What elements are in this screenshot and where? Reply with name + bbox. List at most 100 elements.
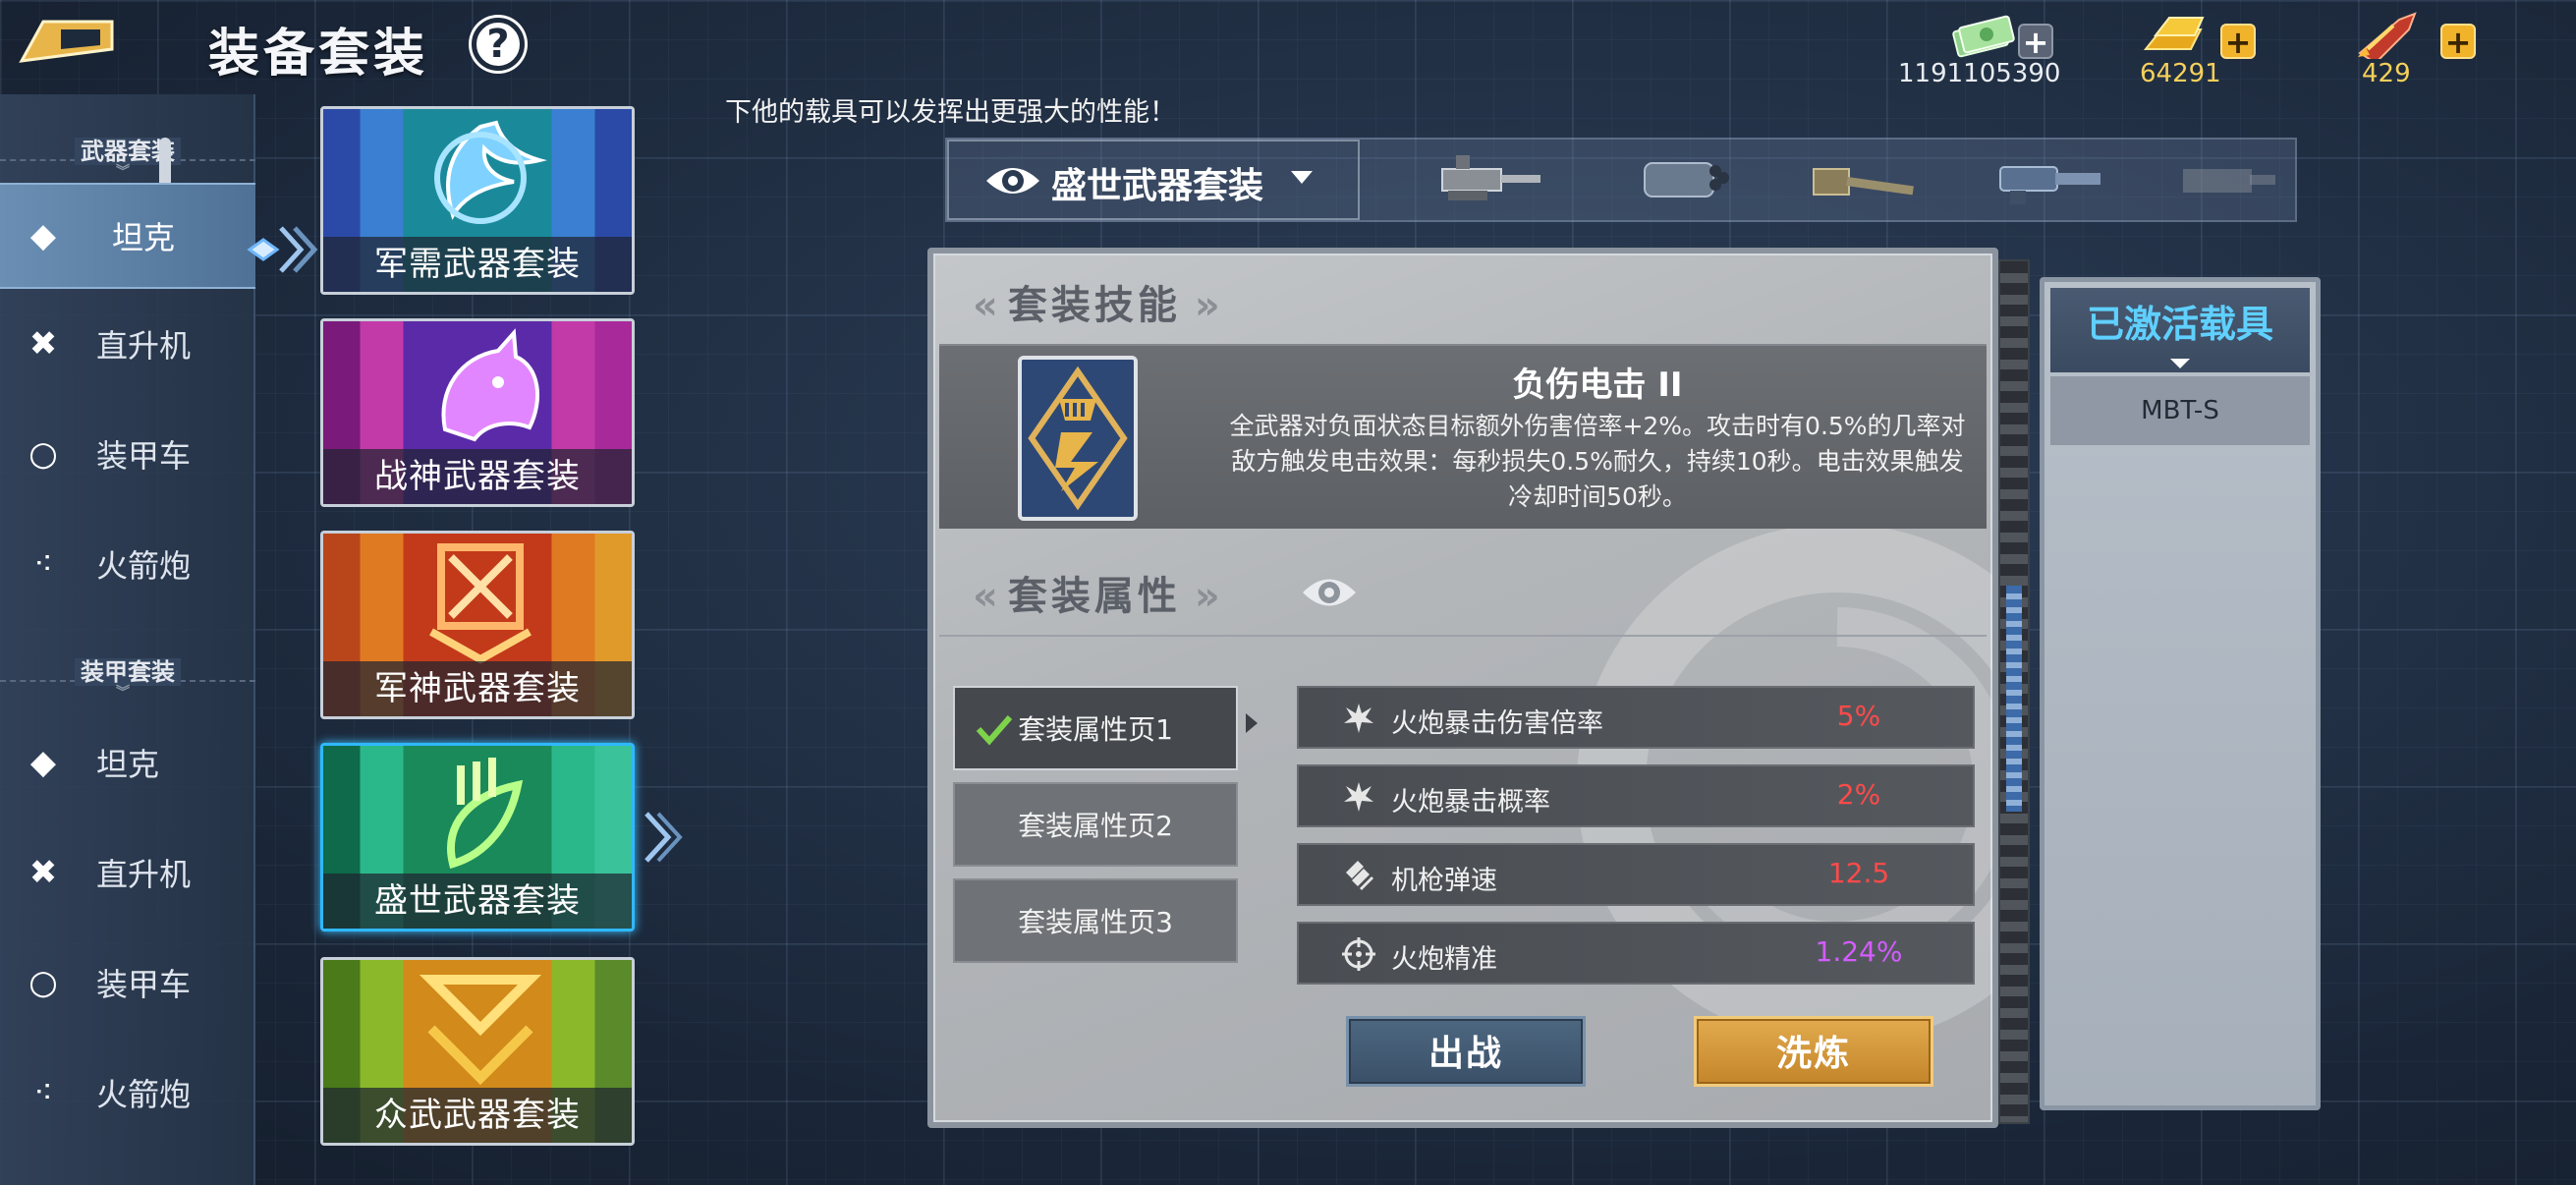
sidebar-item-label: 装甲车 [96,437,192,475]
set-card[interactable]: 军神武器套装 [320,531,635,719]
add-rocket-button[interactable]: + [2440,24,2476,59]
stat-value: 1.24% [1815,935,1903,968]
back-button[interactable] [14,16,122,67]
help-button[interactable]: ? [472,18,525,71]
set-detail-panel: «套装技能» 负伤电击 II 全武器对负面状态目标额外伤害倍率+2%。攻击时有0… [927,248,1998,1128]
skill-description: 全武器对负面状态目标额外伤害倍率+2%。攻击时有0.5%的几率对敌方触发电击效果… [1229,412,1966,511]
sidebar-item-weapon-helicopter[interactable]: ✖ 直升机 [0,291,255,397]
set-card-name: 众武武器套装 [323,1088,632,1143]
splat-icon [1344,704,1373,733]
shield-emblem-icon [429,543,532,664]
sidebar-item-armor-armored-car[interactable]: ○ 装甲车 [0,930,255,1036]
attribute-page-tab-3[interactable]: 套装属性页3 [953,878,1238,963]
gold-amount: 64291 [2140,59,2221,88]
sidebar-item-armor-tank[interactable]: ◆ 坦克 [0,709,255,816]
add-cash-button[interactable]: + [2018,24,2053,59]
attribute-page-tab-1[interactable]: 套装属性页1 [953,686,1238,770]
chevron-down-icon: ︾ [116,685,130,701]
cash-amount: 1191105390 [1898,59,2061,88]
currency-rocket: + 429 [2354,8,2476,88]
divider [939,635,1987,637]
lion-emblem-icon [441,328,540,442]
stat-row: 火炮精准 1.24% [1297,922,1975,985]
rocket-amount: 429 [2362,59,2411,88]
currency-gold: + 64291 [2138,8,2275,88]
check-icon [976,715,1013,746]
stat-value: 2% [1836,778,1881,811]
sidebar-item-label: 火箭炮 [96,547,192,585]
sidebar-item-weapon-rocket-launcher[interactable]: ⁖ 火箭炮 [0,511,255,617]
bullets-icon [1346,861,1373,890]
set-card-name: 军需武器套装 [323,237,632,292]
sidebar-item-label: 火箭炮 [96,1076,192,1113]
empty-slot-icon[interactable] [2165,147,2283,216]
skill-name: 负伤电击 II [1512,366,1683,405]
attribute-page-tab-2[interactable]: 套装属性页2 [953,782,1238,867]
sidebar-pointer-icon [247,226,318,273]
sidebar-item-label: 坦克 [112,219,176,256]
set-card[interactable]: 军需武器套装 [320,106,635,295]
caret-down-icon [2170,359,2190,368]
marquee-text: 下他的载具可以发挥出更强大的性能！ [725,97,1176,128]
lightning-emblem-icon [1022,360,1134,517]
weapons-bar: 盛世武器套装 [945,138,2297,222]
sidebar-item-label: 坦克 [96,746,160,783]
heavy-gun-icon[interactable] [1428,147,1546,216]
set-card[interactable]: 战神武器套装 [320,318,635,507]
leaf-emblem-icon [447,758,524,870]
deploy-button[interactable]: 出战 [1346,1016,1586,1087]
sidebar-item-armor-rocket-launcher[interactable]: ⁖ 火箭炮 [0,1040,255,1146]
stat-name: 火炮暴击伤害倍率 [1391,708,1603,739]
page-tab-label: 套装属性页3 [1018,906,1173,938]
chevron-down-icon [1291,171,1313,184]
chevron-down-icon: ︾ [116,164,130,180]
weapon-section-header: 武器套装 ︾ [0,130,255,180]
set-card-name: 军神武器套装 [323,661,632,716]
skill-icon[interactable] [1018,356,1138,521]
wings-emblem-icon [434,120,547,224]
skill-band: 负伤电击 II 全武器对负面状态目标额外伤害倍率+2%。攻击时有0.5%的几率对… [939,344,1987,529]
splat-icon [1344,782,1373,812]
stat-name: 机枪弹速 [1391,866,1497,896]
panel-chain-divider [1998,259,2030,1124]
vehicle-item[interactable]: MBT-S [2050,376,2310,445]
activated-vehicles-title: 已激活载具 [2086,303,2273,346]
sidebar-item-weapon-tank[interactable]: ◆ 坦克 [0,183,255,289]
cross-icon: ✖ [28,853,58,892]
set-card[interactable]: 盛世武器套装 [320,743,635,931]
gold-bar-icon [2143,17,2205,50]
selected-set-label: 盛世武器套装 [1051,166,1264,206]
circle-icon: ○ [28,963,58,1002]
selected-card-pointer-icon [644,812,683,863]
diamond-icon: ◆ [29,743,57,782]
stat-value: 12.5 [1827,857,1890,889]
circle-icon: ○ [28,434,58,474]
refine-button[interactable]: 洗炼 [1694,1016,1933,1087]
sidebar-item-weapon-armored-car[interactable]: ○ 装甲车 [0,401,255,507]
add-gold-button[interactable]: + [2220,24,2256,59]
page-tab-label: 套装属性页1 [1018,713,1173,746]
gatling-icon[interactable] [1625,147,1743,216]
cash-icon [1952,15,2015,58]
sidebar-item-label: 直升机 [96,856,192,893]
sidebar-item-armor-helicopter[interactable]: ✖ 直升机 [0,819,255,926]
preview-eye-icon[interactable] [1301,572,1358,613]
stat-name: 火炮暴击概率 [1391,787,1550,818]
cannon-icon[interactable] [1802,147,1920,216]
crosshair-icon [1342,937,1375,971]
stat-name: 火炮精准 [1391,944,1497,975]
rocket-icon [2358,12,2417,59]
armor-section-header: 装甲套装 ︾ [0,650,255,701]
triangle-dots-icon: ⁖ [33,544,53,584]
skill-section-title: 套装技能 [1007,283,1181,328]
minigun-icon[interactable] [1988,147,2106,216]
activated-vehicles-header: 已激活载具 [2050,288,2310,372]
top-bar: 装备套装 ? + 1191105390 + 64291 + 429 [0,0,2576,88]
sidebar-item-label: 直升机 [96,327,192,365]
set-dropdown[interactable]: 盛世武器套装 [947,140,1360,220]
attributes-section-title: 套装属性 [1007,574,1181,619]
attributes-section-header: «套装属性» [973,574,1220,619]
back-arrow-icon [19,20,114,63]
set-card[interactable]: 众武武器套装 [320,957,635,1146]
stat-row: 火炮暴击概率 2% [1297,764,1975,827]
